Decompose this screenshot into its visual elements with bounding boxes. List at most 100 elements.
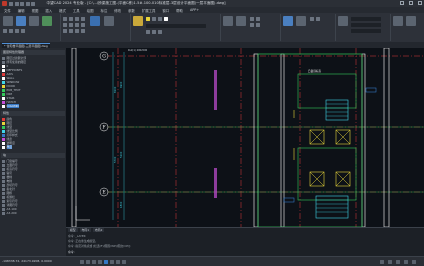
point-icon[interactable]	[21, 29, 25, 33]
dimension-icon[interactable]	[236, 16, 246, 26]
layer-freeze-icon[interactable]	[152, 17, 156, 21]
ortho-icon[interactable]	[92, 259, 96, 264]
new-file-icon[interactable]	[9, 1, 13, 6]
create-block-icon[interactable]	[296, 16, 306, 26]
measure-icon[interactable]	[393, 16, 403, 26]
drawing-canvas[interactable]: G F E 8100 5700 6900 5100 1800 凸窗顶标高 KL2…	[66, 48, 424, 227]
menu-app[interactable]: APP+	[190, 8, 199, 12]
layer-on-icon[interactable]	[146, 17, 150, 21]
arc-tool-icon[interactable]	[42, 16, 52, 26]
maximize-button[interactable]	[409, 1, 413, 5]
wall-outline	[71, 48, 77, 227]
door-mark	[365, 87, 377, 93]
lineweight-dropdown[interactable]	[351, 29, 381, 33]
polyline-tool-icon[interactable]	[16, 16, 26, 26]
menu-dimension[interactable]: 标注	[100, 8, 107, 13]
dynamic-input-icon[interactable]	[122, 259, 126, 264]
menu-draw[interactable]: 绘图	[87, 8, 94, 13]
grid-icon[interactable]	[86, 259, 90, 264]
leader-icon[interactable]	[250, 17, 254, 21]
copy-icon[interactable]	[69, 17, 73, 21]
tab-model[interactable]: 模型	[68, 228, 78, 232]
multiline-text-icon[interactable]	[223, 16, 233, 26]
text-style-icon[interactable]	[250, 23, 254, 27]
menu-help[interactable]: 帮助	[176, 8, 183, 13]
move-icon[interactable]	[63, 17, 67, 21]
tab-layout1[interactable]: 布局1	[79, 228, 91, 232]
linetype-dropdown[interactable]	[351, 23, 381, 27]
redo-icon[interactable]	[31, 1, 35, 6]
offset-icon[interactable]	[75, 23, 79, 27]
menu-parametric[interactable]: 参数	[128, 8, 135, 13]
palette-title: 图层特性管理器	[1, 50, 65, 55]
close-button[interactable]	[418, 1, 422, 5]
property-row-selected[interactable]: 厚度	[2, 145, 64, 149]
menu-modify[interactable]: 修改	[114, 8, 121, 13]
open-file-icon[interactable]	[14, 1, 19, 6]
dim-style-icon[interactable]	[256, 23, 260, 27]
menu-file[interactable]: 文件	[4, 8, 11, 13]
fillet-icon[interactable]	[63, 29, 67, 33]
mirror-icon[interactable]	[81, 17, 85, 21]
block-icon	[2, 211, 5, 215]
lock-icon[interactable]	[396, 259, 400, 264]
attribute-icon[interactable]	[316, 17, 320, 21]
menu-icon[interactable]	[412, 259, 416, 264]
undo-icon[interactable]	[25, 1, 30, 6]
trim-icon[interactable]	[63, 23, 67, 27]
tab-layout2[interactable]: 布局2	[92, 228, 105, 232]
ribbon-group-block	[280, 14, 336, 41]
text-icon[interactable]	[15, 29, 19, 33]
window-title: 中望CAD 2024 专业版 - [C:\...\桥梁施工图-(平面C栋)1-5…	[46, 1, 226, 5]
hatch-icon[interactable]	[9, 29, 13, 33]
polar-icon[interactable]	[98, 259, 102, 264]
layer-previous-icon[interactable]	[146, 30, 150, 34]
explode-icon[interactable]	[69, 29, 73, 33]
line-tool-icon[interactable]	[3, 16, 13, 26]
snap-icon[interactable]	[80, 259, 84, 264]
osnap-icon[interactable]	[104, 259, 108, 264]
color-dropdown[interactable]	[351, 17, 381, 21]
menu-format[interactable]: 格式	[59, 8, 66, 13]
array-icon[interactable]	[81, 23, 85, 27]
menu-insert[interactable]: 插入	[45, 8, 52, 13]
lineweight-icon[interactable]	[116, 259, 120, 264]
menu-view[interactable]: 视图	[32, 8, 39, 13]
edit-block-icon[interactable]	[310, 17, 314, 21]
ribbon	[0, 13, 424, 43]
rectangle-icon[interactable]	[3, 29, 7, 33]
dimension-text: 6900	[119, 81, 123, 88]
rotate-icon[interactable]	[75, 17, 79, 21]
minimize-button[interactable]	[400, 1, 404, 5]
annotation-scale-icon[interactable]	[380, 259, 384, 264]
annotation-text: 凸窗顶标高	[308, 69, 321, 73]
scale-icon[interactable]	[81, 29, 85, 33]
otrack-icon[interactable]	[110, 259, 114, 264]
fullscreen-icon[interactable]	[404, 259, 408, 264]
erase-icon[interactable]	[75, 29, 79, 33]
menu-tools[interactable]: 工具	[73, 8, 80, 13]
select-all-icon[interactable]	[406, 16, 416, 26]
menu-express[interactable]: 扩展工具	[142, 8, 156, 13]
extend-icon[interactable]	[69, 23, 73, 27]
table-icon[interactable]	[256, 17, 260, 21]
properties-icon[interactable]	[338, 16, 348, 26]
menu-window[interactable]: 窗口	[162, 8, 169, 13]
layer-item-selected[interactable]: COLUMN	[2, 104, 64, 108]
layer-off-icon[interactable]	[158, 30, 162, 34]
stretch-tool-icon[interactable]	[90, 16, 100, 26]
circle-tool-icon[interactable]	[29, 16, 39, 26]
layer-properties-icon[interactable]	[133, 16, 143, 26]
menu-edit[interactable]: 编辑	[18, 8, 25, 13]
document-tab[interactable]: * 住宅楼平面图-三层平面图.dwg	[2, 42, 50, 48]
insert-block-icon[interactable]	[283, 16, 293, 26]
block-item[interactable]: A3-200	[2, 211, 17, 215]
layer-color-icon[interactable]	[164, 17, 168, 21]
layer-isolate-icon[interactable]	[152, 30, 156, 34]
command-input[interactable]: 命令:	[68, 250, 75, 254]
match-properties-icon[interactable]	[104, 16, 114, 26]
save-icon[interactable]	[20, 1, 24, 6]
layer-lock-icon[interactable]	[158, 17, 162, 21]
workspace-icon[interactable]	[388, 259, 392, 264]
layer-dropdown[interactable]	[146, 24, 206, 28]
